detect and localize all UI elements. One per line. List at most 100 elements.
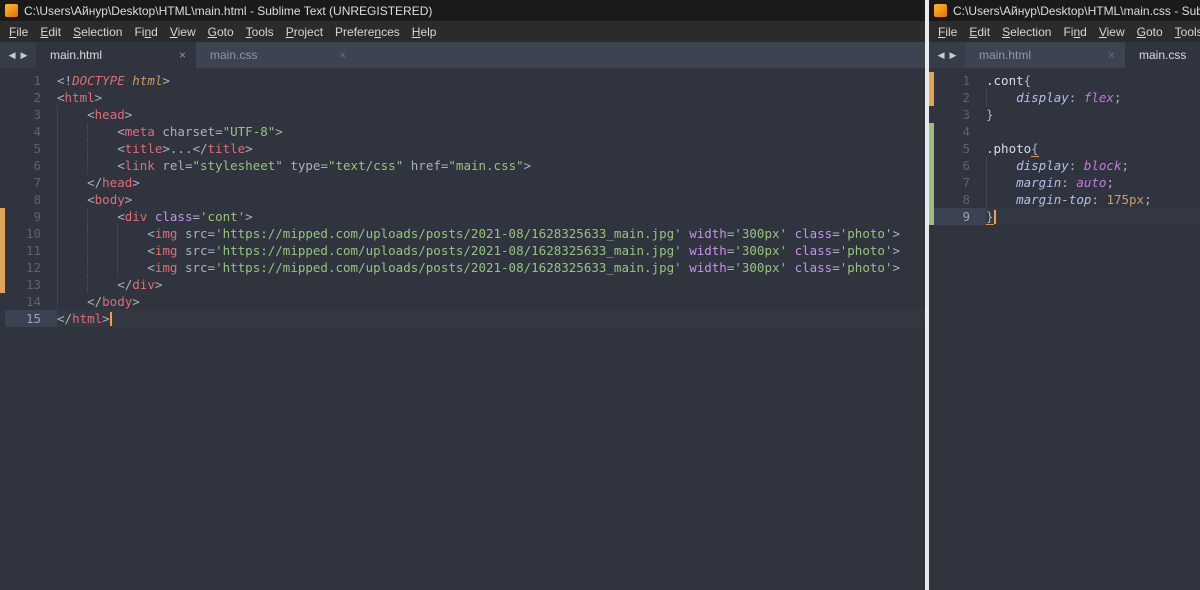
menu-item-tools[interactable]: Tools [1169,23,1200,41]
code-token: < [57,107,95,122]
code-token: > [124,107,133,122]
code-token: > [892,243,900,258]
code-line: </head> [57,174,925,191]
code-token: charset [162,124,216,139]
code-token: < [57,158,125,173]
tab-bar: ◀ ▶ main.html × main.css [929,42,1200,68]
tab-close-icon[interactable]: × [177,47,188,63]
tab-label: main.html [50,48,103,62]
code-row: 13 </div> [0,276,925,293]
indent-guide [87,242,89,259]
window-divider [925,0,929,590]
code-token: html [72,311,103,327]
code-line: margin: auto; [986,174,1200,191]
nav-back-icon[interactable]: ◀ [9,50,16,61]
indent-guide [57,174,58,191]
code-token: { [1031,141,1039,157]
nav-forward-icon[interactable]: ▶ [950,50,957,61]
menu-item-find[interactable]: Find [128,23,163,41]
tab-close-icon[interactable]: × [1106,47,1117,63]
indent-guide [117,242,119,259]
code-token: 'cont' [200,209,246,224]
line-number: 15 [5,310,57,327]
code-row: 8 margin-top: 175px; [929,191,1200,208]
code-token: : [1061,175,1077,190]
code-token: < [57,141,125,156]
code-token: = [832,243,840,258]
code-row: 5 <title>...</title> [0,140,925,157]
menu-item-view[interactable]: View [1093,23,1131,41]
code-token: class [794,226,833,241]
code-token: = [832,226,840,241]
code-token: .photo [986,141,1032,156]
menu-item-project[interactable]: Project [280,23,329,41]
code-line: </div> [57,276,925,293]
tab-main-html[interactable]: main.html × [965,42,1125,68]
line-number: 2 [962,90,970,105]
menu-item-goto[interactable]: Goto [1131,23,1169,41]
menu-item-file[interactable]: File [932,23,963,41]
tab-main-html[interactable]: main.html × [36,42,196,68]
menu-item-goto[interactable]: Goto [202,23,240,41]
menu-item-help[interactable]: Help [406,23,443,41]
code-token: class [794,243,833,258]
code-token: ; [1121,158,1130,173]
code-line [986,123,1200,140]
indent-guide [57,106,58,123]
menu-item-find[interactable]: Find [1057,23,1092,41]
code-row: 2 display: flex; [929,89,1200,106]
window-title: C:\Users\Айнур\Desktop\HTML\main.html - … [24,3,433,18]
code-token: <! [57,73,73,88]
code-token: = [320,158,328,173]
indent-guide [57,225,58,242]
code-row: 2 <html> [0,89,925,106]
tab-main-css[interactable]: main.css × [196,42,356,68]
code-token: > [162,73,170,88]
code-row: 5 .photo{ [929,140,1200,157]
menu-item-selection[interactable]: Selection [67,23,128,41]
code-row: 1 .cont{ [929,72,1200,89]
line-number: 6 [33,158,41,173]
nav-back-icon[interactable]: ◀ [938,50,945,61]
tab-close-icon[interactable]: × [337,47,348,63]
text-caret [993,209,996,224]
code-token: title [124,141,163,156]
tab-label: main.html [979,48,1032,62]
menu-item-selection[interactable]: Selection [996,23,1057,41]
menu-item-tools[interactable]: Tools [240,23,280,41]
code-token: > [523,158,532,173]
code-line: <title>...</title> [57,140,925,157]
line-number: 3 [962,107,970,122]
code-row: 15 </html> [0,310,925,327]
indent-guide [986,174,987,191]
code-token: margin [1016,175,1062,190]
menu-item-edit[interactable]: Edit [963,23,996,41]
menu-item-view[interactable]: View [164,23,202,41]
indent-guide [87,259,89,276]
indent-guide [986,191,987,208]
code-token: < [57,226,155,241]
nav-forward-icon[interactable]: ▶ [21,50,28,61]
menu-item-preferences[interactable]: Preferences [329,23,406,41]
code-token: : [1068,158,1084,173]
line-number: 9 [33,209,41,224]
line-number: 5 [33,141,41,156]
code-editor[interactable]: 1 .cont{2 display: flex; 3} 4 5 .photo{6 disp… [929,68,1200,590]
indent-guide [87,123,89,140]
code-token: "stylesheet" [192,158,283,173]
menu-item-file[interactable]: File [3,23,34,41]
code-token: src [184,260,208,275]
code-line: } [986,208,1200,225]
line-number: 7 [962,175,970,190]
code-token: > [132,294,140,309]
sublime-logo-icon [5,4,18,17]
tab-main-css[interactable]: main.css [1125,42,1200,68]
code-token: > [275,124,283,139]
code-editor[interactable]: 1 <!DOCTYPE html> 2 <html> 3 <head> 4 <meta c… [0,68,925,590]
menu-item-edit[interactable]: Edit [34,23,67,41]
